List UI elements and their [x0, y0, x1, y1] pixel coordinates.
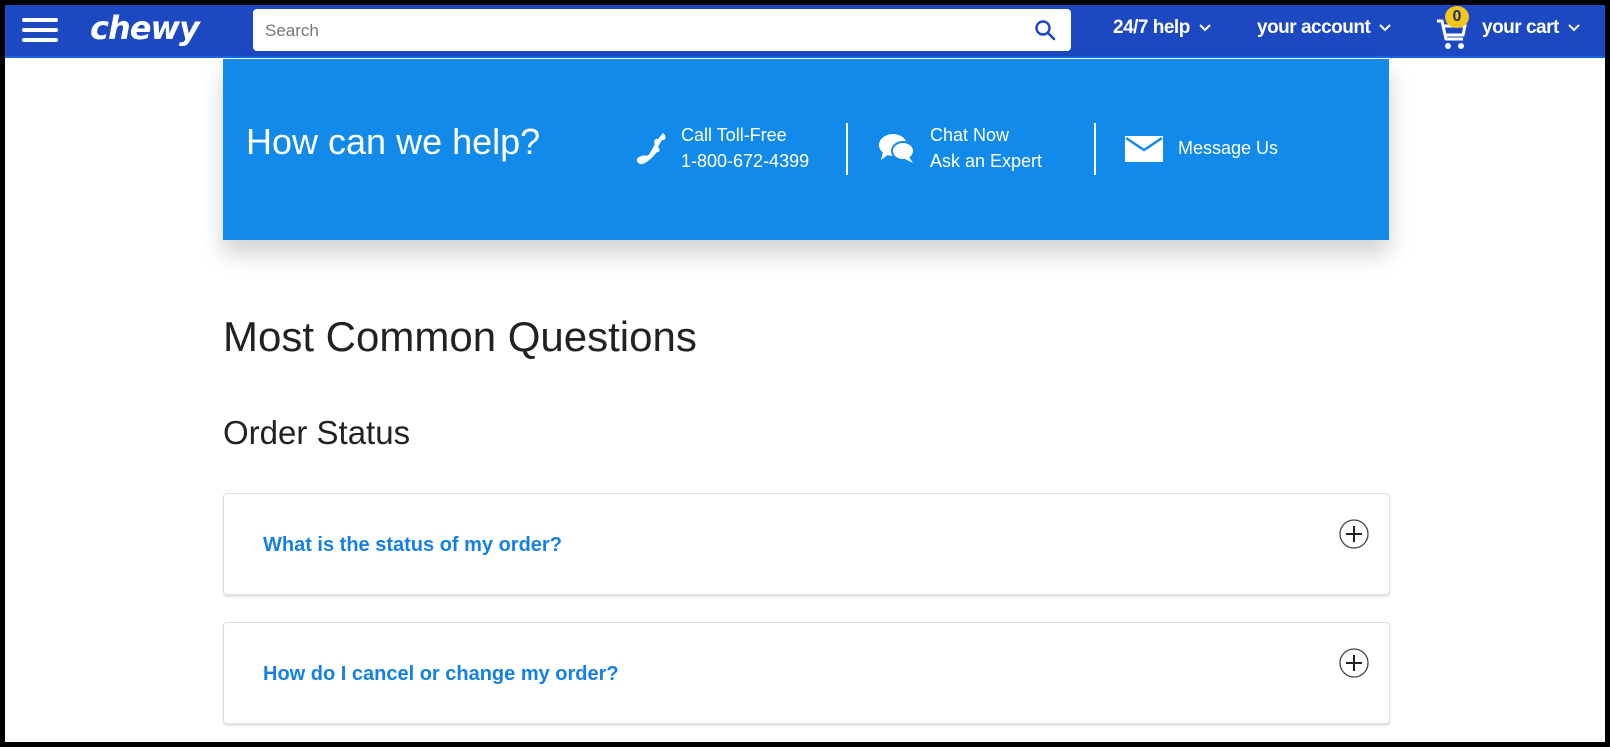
search-icon[interactable]: [1033, 18, 1057, 42]
call-toll-free-link[interactable]: Call Toll-Free 1-800-672-4399: [681, 122, 809, 174]
chat-label: Chat Now: [930, 125, 1010, 145]
help-banner: How can we help? Call Toll-Free 1-800-67…: [223, 59, 1389, 240]
expand-plus-icon[interactable]: [1339, 519, 1369, 549]
expand-plus-icon[interactable]: [1339, 648, 1369, 678]
message-us-link[interactable]: Message Us: [1178, 135, 1278, 161]
help-title: How can we help?: [246, 121, 541, 162]
nav-account-label: your account: [1257, 17, 1371, 38]
browser-viewport: chewy 24/7 help your account 0 your cart…: [5, 5, 1605, 742]
chewy-logo[interactable]: chewy: [90, 9, 200, 47]
phone-icon: [636, 133, 666, 165]
search-input[interactable]: [263, 9, 1007, 53]
message-label: Message Us: [1178, 138, 1279, 158]
nav-cart[interactable]: your cart: [1482, 17, 1581, 39]
faq-question[interactable]: What is the status of my order?: [263, 534, 562, 557]
top-nav-bar: chewy 24/7 help your account 0 your cart: [5, 5, 1605, 58]
nav-help-label: 24/7 help: [1113, 17, 1190, 38]
divider: [846, 123, 848, 175]
nav-help[interactable]: 24/7 help: [1113, 17, 1212, 39]
nav-account[interactable]: your account: [1257, 17, 1392, 39]
chat-sublabel: Ask an Expert: [930, 151, 1043, 171]
chevron-down-icon: [1379, 24, 1392, 32]
cart-count-badge: 0: [1445, 6, 1469, 28]
page-title: Most Common Questions: [223, 313, 697, 360]
chat-now-link[interactable]: Chat Now Ask an Expert: [930, 122, 1042, 174]
divider: [1094, 123, 1096, 175]
phone-number: 1-800-672-4399: [681, 151, 810, 171]
section-title: Order Status: [223, 414, 411, 451]
chevron-down-icon: [1568, 24, 1580, 32]
chevron-down-icon: [1199, 24, 1211, 32]
faq-item[interactable]: What is the status of my order?: [223, 493, 1390, 595]
envelope-icon: [1125, 136, 1163, 162]
chat-icon: [879, 134, 915, 163]
call-label: Call Toll-Free: [681, 125, 787, 145]
faq-question[interactable]: How do I cancel or change my order?: [263, 663, 619, 686]
menu-icon[interactable]: [22, 14, 58, 44]
nav-cart-label: your cart: [1482, 17, 1559, 38]
search-box: [253, 9, 1071, 53]
faq-item[interactable]: How do I cancel or change my order?: [223, 622, 1390, 724]
